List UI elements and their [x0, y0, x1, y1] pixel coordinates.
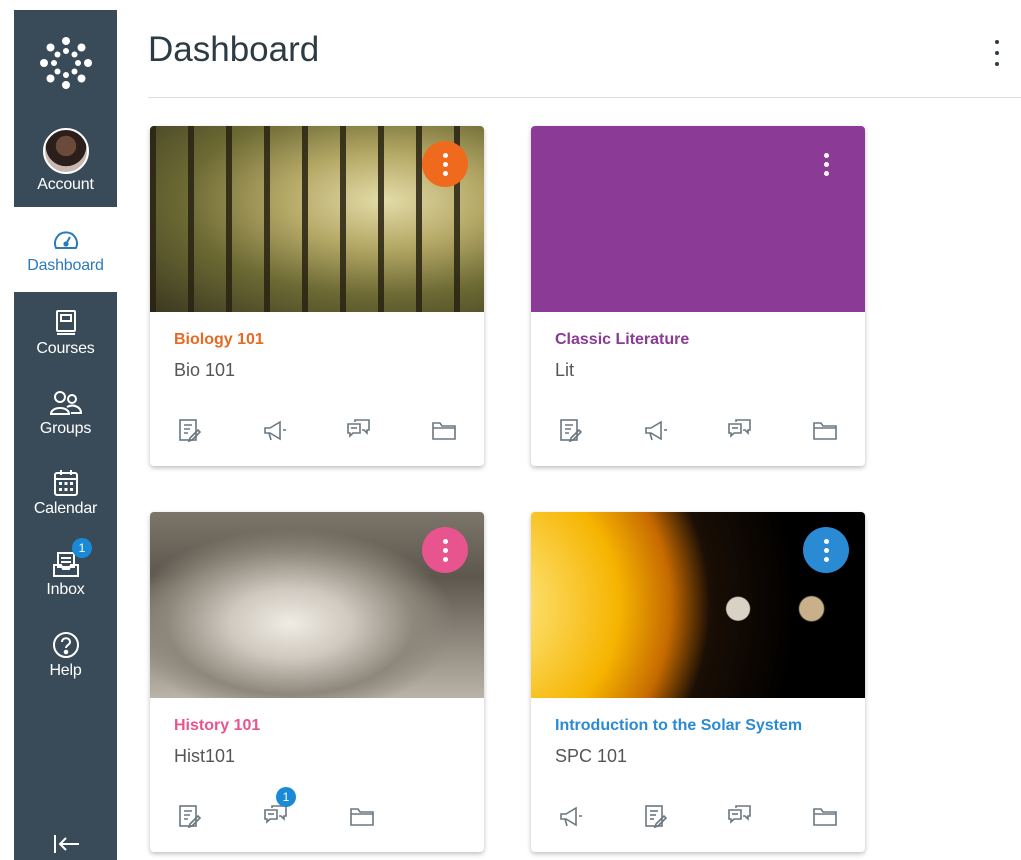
- canvas-logo-icon: [39, 36, 92, 89]
- page-title: Dashboard: [148, 30, 320, 69]
- course-card-menu-button[interactable]: [422, 141, 468, 187]
- sidebar-item-label: Account: [37, 176, 94, 193]
- canvas-logo[interactable]: [14, 10, 117, 115]
- course-card-actions: [166, 416, 468, 446]
- course-card-menu-button[interactable]: [803, 527, 849, 573]
- discussions-button[interactable]: [345, 417, 373, 445]
- assignments-button[interactable]: [176, 803, 204, 831]
- files-button[interactable]: [430, 417, 458, 445]
- files-icon: [432, 422, 456, 440]
- kebab-icon: [823, 152, 829, 158]
- course-card-code: SPC 101: [555, 746, 628, 766]
- inbox-unread-badge: 1: [72, 538, 92, 558]
- assignments-button[interactable]: [176, 417, 204, 445]
- sidebar-item-label: Courses: [36, 340, 95, 357]
- sidebar-item-label: Dashboard: [27, 256, 104, 274]
- courses-icon: [55, 308, 77, 338]
- files-button[interactable]: [348, 803, 376, 831]
- dashboard-icon: [52, 225, 80, 255]
- header-divider: [148, 97, 1021, 98]
- assignments-button[interactable]: [642, 803, 670, 831]
- sidebar-item-courses[interactable]: Courses: [14, 292, 117, 374]
- kebab-icon: [995, 40, 999, 44]
- course-card-image[interactable]: [531, 126, 865, 312]
- discussions-button[interactable]: [726, 803, 754, 831]
- kebab-icon: [442, 152, 448, 158]
- files-icon: [813, 422, 837, 440]
- collapse-icon: [53, 835, 79, 853]
- files-button[interactable]: [811, 803, 839, 831]
- discussions-icon: [728, 419, 752, 437]
- files-icon: [350, 808, 374, 826]
- sidebar-item-label: Groups: [39, 420, 92, 437]
- assignments-icon: [560, 419, 582, 442]
- calendar-icon: [53, 468, 79, 498]
- discussions-icon: [264, 805, 287, 823]
- announcements-button[interactable]: [261, 417, 289, 445]
- announcements-icon: [263, 421, 287, 441]
- announcements-icon: [560, 807, 583, 827]
- assignments-icon: [179, 805, 201, 828]
- assignments-icon: [644, 805, 667, 828]
- course-card-title[interactable]: Classic Literature: [555, 331, 689, 349]
- sidebar-item-label: Inbox: [46, 581, 85, 598]
- course-card-history-101[interactable]: History 101 Hist101 1: [150, 512, 484, 852]
- discussions-icon: [347, 419, 371, 437]
- files-button[interactable]: [811, 417, 839, 445]
- course-card-menu-button[interactable]: [422, 527, 468, 573]
- course-card-code: Lit: [555, 360, 575, 380]
- course-card-actions: [547, 802, 849, 832]
- course-card-code: Hist101: [174, 746, 236, 766]
- sidebar-item-groups[interactable]: Groups: [14, 374, 117, 452]
- assignments-button[interactable]: [557, 417, 585, 445]
- kebab-icon: [823, 538, 829, 544]
- course-card-actions: [547, 416, 849, 446]
- course-card-classic-literature[interactable]: Classic Literature Lit: [531, 126, 865, 466]
- course-card-image[interactable]: [531, 512, 865, 698]
- announcements-button[interactable]: [642, 417, 670, 445]
- groups-icon: [49, 388, 82, 418]
- course-card-image[interactable]: [150, 126, 484, 312]
- course-card-title[interactable]: Introduction to the Solar System: [555, 717, 802, 735]
- avatar: [42, 128, 89, 174]
- discussions-unread-badge: 1: [276, 787, 296, 807]
- files-icon: [813, 808, 837, 826]
- help-icon: [52, 630, 80, 660]
- announcements-icon: [644, 421, 668, 441]
- sidebar-item-inbox[interactable]: 1 Inbox: [14, 534, 117, 614]
- course-card-image[interactable]: [150, 512, 484, 698]
- global-nav-sidebar: Account Dashboard Courses Groups Calenda…: [14, 10, 117, 860]
- sidebar-item-dashboard[interactable]: Dashboard: [14, 207, 117, 292]
- course-card-actions: 1: [166, 787, 468, 832]
- collapse-nav-button[interactable]: [14, 832, 117, 856]
- discussions-button[interactable]: [726, 417, 754, 445]
- sidebar-item-help[interactable]: Help: [14, 614, 117, 696]
- discussions-icon: [728, 805, 752, 823]
- announcements-button[interactable]: [557, 803, 585, 831]
- dashboard-options-button[interactable]: [985, 38, 1009, 68]
- course-card-title[interactable]: Biology 101: [174, 331, 264, 349]
- course-card-biology-101[interactable]: Biology 101 Bio 101: [150, 126, 484, 466]
- assignments-icon: [179, 419, 201, 442]
- sidebar-item-label: Help: [49, 662, 82, 679]
- course-card-solar-system[interactable]: Introduction to the Solar System SPC 101: [531, 512, 865, 852]
- sidebar-item-label: Calendar: [33, 500, 98, 517]
- sidebar-item-calendar[interactable]: Calendar: [14, 452, 117, 534]
- course-card-menu-button[interactable]: [803, 141, 849, 187]
- course-card-code: Bio 101: [174, 360, 236, 380]
- course-card-title[interactable]: History 101: [174, 717, 260, 735]
- discussions-button[interactable]: 1: [262, 787, 296, 831]
- kebab-icon: [442, 538, 448, 544]
- sidebar-item-account[interactable]: Account: [14, 115, 117, 207]
